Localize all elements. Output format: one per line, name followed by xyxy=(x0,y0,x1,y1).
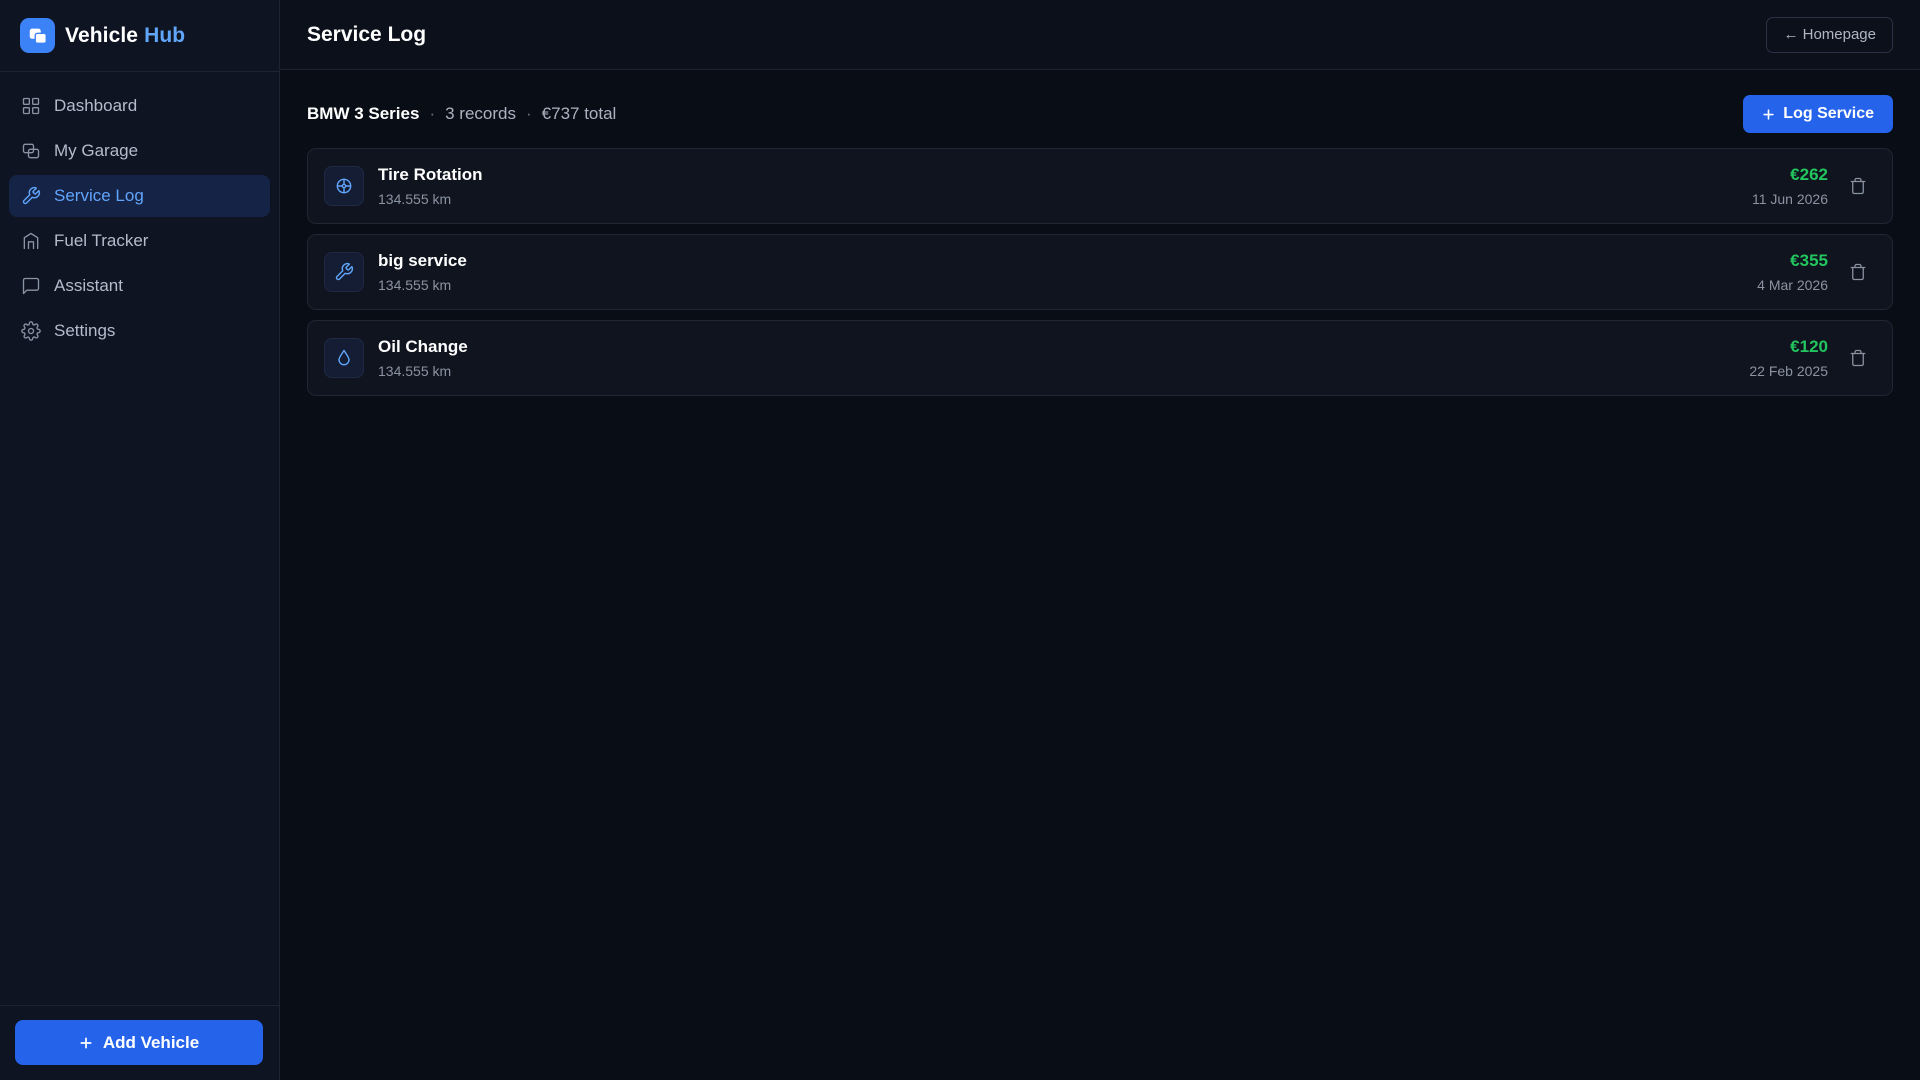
page-title: Service Log xyxy=(307,22,427,46)
record-mileage: 134.555 km xyxy=(378,277,452,293)
sidebar-footer: Add Vehicle xyxy=(0,1005,279,1080)
vehicle-name: BMW 3 Series xyxy=(307,104,420,123)
list-item[interactable]: big service 134.555 km €355 4 Mar 2026 xyxy=(307,234,1893,310)
record-name: Oil Change xyxy=(378,337,468,356)
sidebar-item-label: Service Log xyxy=(54,186,144,205)
add-vehicle-button[interactable]: Add Vehicle xyxy=(15,1020,263,1065)
record-date: 4 Mar 2026 xyxy=(1757,277,1828,293)
main-content: Service Log ← Homepage BMW 3 Series · 3 … xyxy=(280,0,1920,1080)
record-name: big service xyxy=(378,251,467,270)
sidebar-item-label: Assistant xyxy=(54,276,123,295)
trash-icon[interactable] xyxy=(1846,174,1870,198)
vehicle-summary: BMW 3 Series · 3 records · €737 total xyxy=(307,104,616,124)
separator-dot: · xyxy=(429,104,436,123)
sidebar-item-label: Dashboard xyxy=(54,96,138,115)
sidebar-item-my-garage[interactable]: My Garage xyxy=(9,130,270,172)
sidebar-item-assistant[interactable]: Assistant xyxy=(9,265,270,307)
record-name: Tire Rotation xyxy=(378,165,483,184)
app-shell: Vehicle Hub Dashboard My Garage Service … xyxy=(0,0,1920,1080)
homepage-button[interactable]: ← Homepage xyxy=(1766,16,1893,53)
wrench-icon xyxy=(324,252,364,292)
plus-icon xyxy=(80,1036,92,1049)
sidebar-item-label: Settings xyxy=(54,321,116,340)
summary-row: BMW 3 Series · 3 records · €737 total Lo… xyxy=(307,94,1893,134)
record-date: 11 Jun 2026 xyxy=(1751,191,1828,207)
plus-icon xyxy=(1763,108,1774,120)
record-date: 22 Feb 2025 xyxy=(1749,363,1828,379)
log-service-label: Log Service xyxy=(1783,105,1874,122)
trash-icon[interactable] xyxy=(1846,346,1870,370)
sidebar-item-label: My Garage xyxy=(54,141,139,160)
record-cost: €262 xyxy=(1790,165,1828,184)
record-info: Tire Rotation 134.555 km xyxy=(378,165,483,207)
record-cost: €355 xyxy=(1790,251,1828,270)
list-item[interactable]: Oil Change 134.555 km €120 22 Feb 2025 xyxy=(307,320,1893,396)
record-info: big service 134.555 km xyxy=(378,251,467,293)
sidebar-item-label: Fuel Tracker xyxy=(54,231,149,250)
gear-icon xyxy=(21,321,41,341)
record-count: 3 records xyxy=(445,104,516,123)
record-mileage: 134.555 km xyxy=(378,191,452,207)
brand-name: Vehicle Hub xyxy=(65,24,185,48)
topbar: Service Log ← Homepage xyxy=(280,0,1920,70)
sidebar-item-fuel-tracker[interactable]: Fuel Tracker xyxy=(9,220,270,262)
sidebar-item-settings[interactable]: Settings xyxy=(9,310,270,352)
record-mileage: 134.555 km xyxy=(378,363,452,379)
sidebar-item-dashboard[interactable]: Dashboard xyxy=(9,85,270,127)
service-records-list: Tire Rotation 134.555 km €262 11 Jun 202… xyxy=(307,148,1893,396)
logo-icon xyxy=(20,18,55,53)
service-log-section: BMW 3 Series · 3 records · €737 total Lo… xyxy=(280,70,1920,396)
trash-icon[interactable] xyxy=(1846,260,1870,284)
log-service-button[interactable]: Log Service xyxy=(1743,95,1893,133)
grid-icon xyxy=(22,97,40,115)
record-cost: €120 xyxy=(1790,337,1828,356)
sidebar: Vehicle Hub Dashboard My Garage Service … xyxy=(0,0,280,1080)
record-meta: €355 4 Mar 2026 xyxy=(1757,251,1828,293)
sidebar-nav: Dashboard My Garage Service Log Fuel Tra… xyxy=(0,72,279,365)
add-vehicle-label: Add Vehicle xyxy=(102,1032,200,1052)
tire-icon xyxy=(324,166,364,206)
list-item[interactable]: Tire Rotation 134.555 km €262 11 Jun 202… xyxy=(307,148,1893,224)
record-meta: €262 11 Jun 2026 xyxy=(1752,165,1828,207)
record-meta: €120 22 Feb 2025 xyxy=(1749,337,1828,379)
total-cost: €737 total xyxy=(541,104,617,123)
brand-name-text: Vehicle xyxy=(65,23,139,47)
brand-name-accent: Hub xyxy=(144,23,186,47)
oil-drop-icon xyxy=(324,338,364,378)
sidebar-item-service-log[interactable]: Service Log xyxy=(9,175,270,217)
wrench-icon xyxy=(22,186,41,205)
brand[interactable]: Vehicle Hub xyxy=(0,0,279,72)
separator-dot: · xyxy=(525,104,532,123)
chat-icon xyxy=(22,277,40,295)
fuel-icon xyxy=(23,232,39,250)
cars-icon xyxy=(22,143,40,159)
record-info: Oil Change 134.555 km xyxy=(378,337,468,379)
